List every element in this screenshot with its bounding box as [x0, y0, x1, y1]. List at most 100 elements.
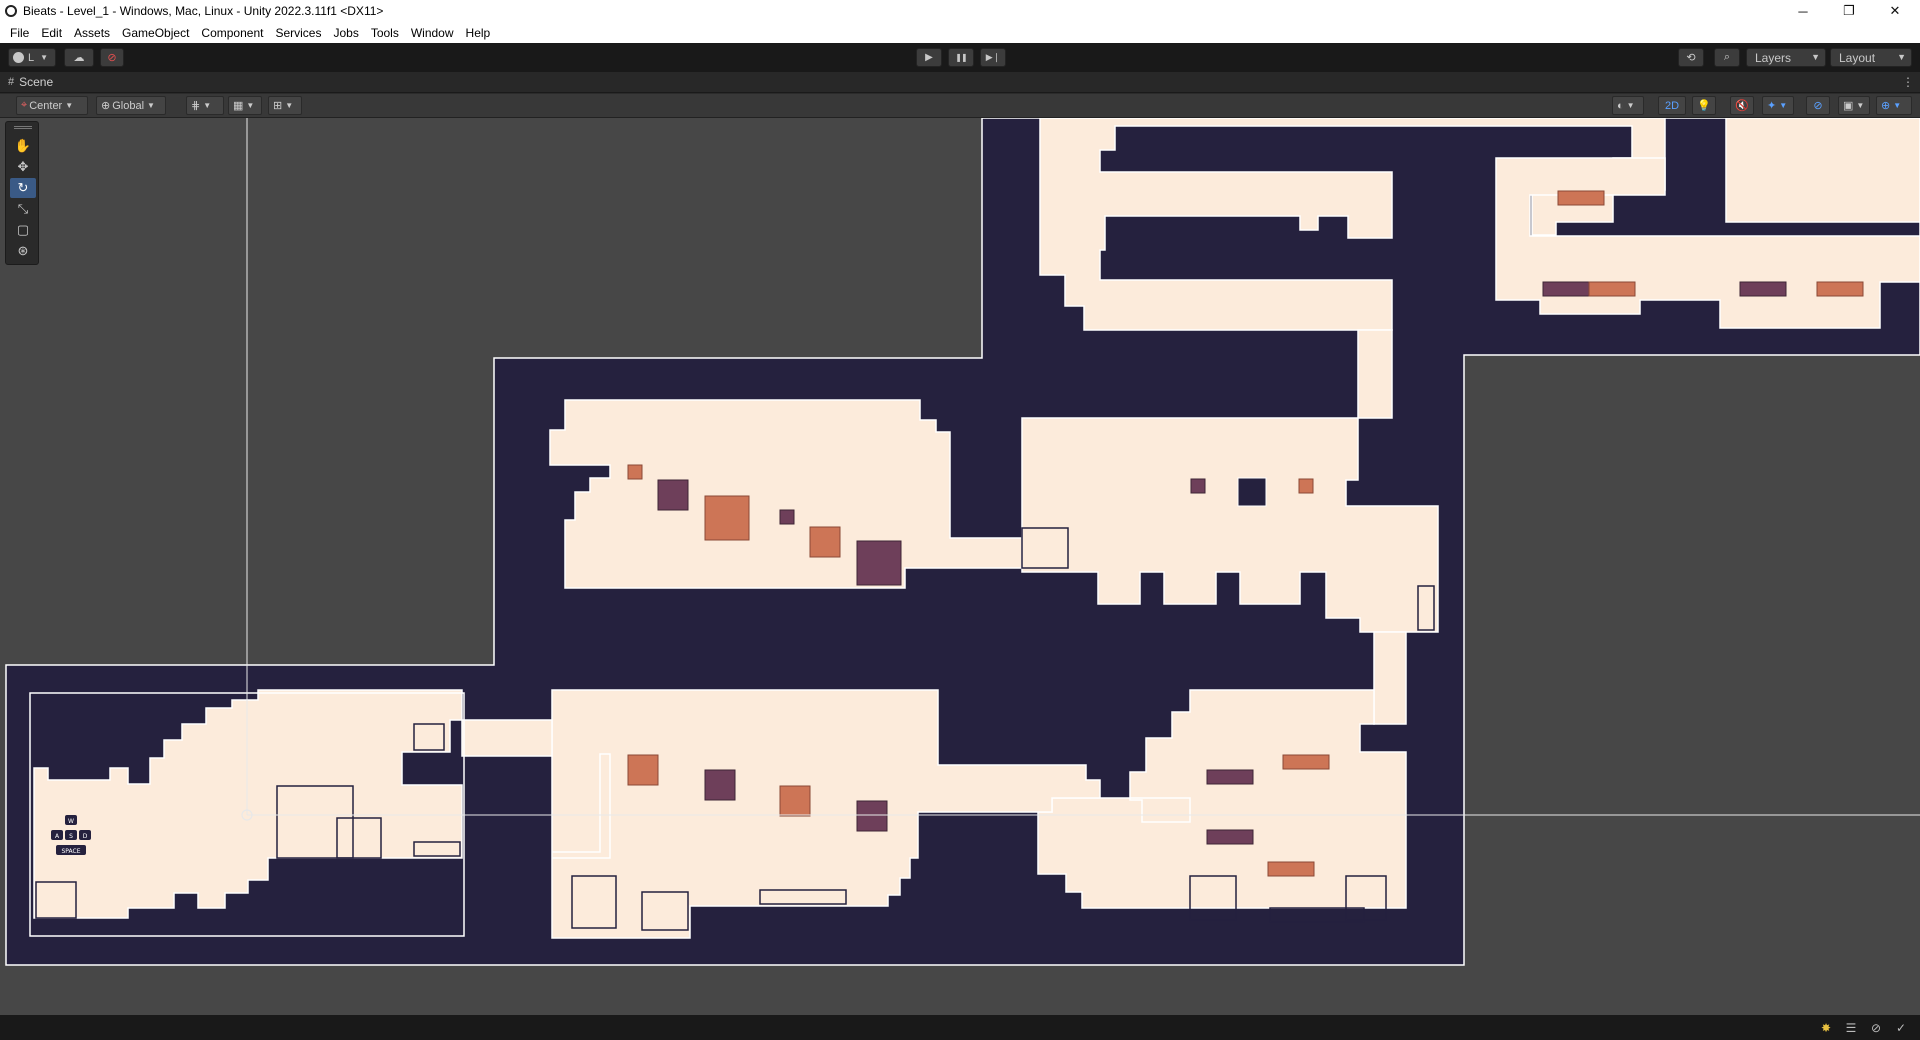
crate [704, 769, 736, 801]
layers-label: Layers [1755, 50, 1792, 65]
chevron-down-icon: ▼ [1811, 52, 1820, 62]
progress-check-icon[interactable]: ✓ [1893, 1020, 1909, 1036]
crate [809, 526, 841, 558]
camera-icon: ▣ [1843, 100, 1854, 112]
crate [1588, 281, 1636, 297]
increment-snap-dropdown[interactable]: ⊞ ▼ [268, 96, 302, 115]
chevron-down-icon: ▼ [246, 101, 255, 110]
account-icon [13, 52, 24, 63]
step-button[interactable]: ▶❘ [980, 48, 1006, 67]
pivot-icon: ⌖ [21, 99, 28, 111]
search-icon: ⌕ [1723, 51, 1731, 63]
hand-tool[interactable]: ✋ [10, 136, 36, 156]
mode-2d-toggle[interactable]: 2D [1658, 96, 1686, 115]
search-button[interactable]: ⌕ [1714, 48, 1740, 67]
crate [1206, 829, 1254, 845]
crate [779, 509, 795, 525]
menu-gameobject[interactable]: GameObject [116, 26, 195, 40]
gizmos-icon: ⊕ [1881, 100, 1891, 112]
key-d-sign: D [83, 833, 88, 840]
layout-label: Layout [1839, 50, 1876, 65]
key-w-sign: W [68, 818, 74, 825]
scale-tool[interactable]: ⤡ [10, 199, 36, 219]
gizmos-dropdown[interactable]: ⊕ ▼ [1876, 96, 1912, 115]
level-floor-connector [1357, 329, 1393, 419]
draw-mode-dropdown[interactable]: ◐ ▼ [1612, 96, 1644, 115]
hidden-objects-toggle[interactable]: ⊘ [1806, 96, 1830, 115]
menu-edit[interactable]: Edit [35, 26, 68, 40]
scale-icon: ⤡ [17, 201, 29, 216]
transform-tool[interactable]: ⊛ [10, 241, 36, 261]
menu-window[interactable]: Window [405, 26, 460, 40]
light-bulb-icon: 💡 [1697, 100, 1711, 112]
chevron-down-icon: ▼ [65, 101, 74, 110]
crate [1816, 281, 1864, 297]
rect-icon: ▢ [16, 222, 30, 237]
menu-file[interactable]: File [4, 26, 35, 40]
space-label: Global [112, 99, 145, 112]
status-bar: ✸ ☰ ⊘ ✓ [0, 1015, 1920, 1040]
palette-grip-icon[interactable] [14, 126, 32, 129]
collab-button[interactable]: ⊘ [100, 48, 124, 67]
menu-services[interactable]: Services [269, 26, 327, 40]
chevron-down-icon: ▼ [1897, 52, 1906, 62]
window-title: Bieats - Level_1 - Windows, Mac, Linux -… [23, 4, 384, 18]
close-button[interactable]: ✕ [1872, 0, 1918, 22]
grid-visibility-dropdown[interactable]: ▦ ▼ [228, 96, 262, 115]
key-s-sign: S [69, 833, 73, 840]
move-tool[interactable]: ✥ [10, 157, 36, 177]
tab-scene[interactable]: # Scene [0, 72, 61, 93]
menu-help[interactable]: Help [460, 26, 497, 40]
cache-server-icon[interactable]: ☰ [1843, 1020, 1859, 1036]
rotate-tool[interactable]: ↻ [10, 178, 36, 198]
scene-viewport[interactable]: W A S D SPACE [0, 118, 1920, 1015]
crate [1282, 754, 1330, 770]
pause-icon: ❚❚ [955, 53, 967, 62]
grid-snapping-dropdown[interactable]: ⋕ ▼ [186, 96, 224, 115]
menu-assets[interactable]: Assets [68, 26, 116, 40]
title-bar: Bieats - Level_1 - Windows, Mac, Linux -… [0, 0, 1920, 22]
lighting-status-icon[interactable]: ✸ [1818, 1020, 1834, 1036]
account-label: L [28, 51, 35, 64]
account-dropdown[interactable]: L ▼ [8, 48, 56, 67]
level-floor-top-right-room [1725, 118, 1920, 223]
scene-grid-icon: # [8, 76, 15, 88]
tool-palette: ✋ ✥ ↻ ⤡ ▢ ⊛ [5, 121, 39, 265]
menu-tools[interactable]: Tools [365, 26, 405, 40]
pivot-mode-dropdown[interactable]: ⌖ Center ▼ [16, 96, 88, 115]
effects-dropdown[interactable]: ✦ ▼ [1762, 96, 1794, 115]
chevron-down-icon: ▼ [147, 101, 155, 110]
menu-jobs[interactable]: Jobs [327, 26, 364, 40]
lighting-toggle[interactable]: 💡 [1692, 96, 1716, 115]
menu-component[interactable]: Component [195, 26, 269, 40]
crate [627, 754, 659, 786]
effects-icon: ✦ [1767, 100, 1777, 112]
pause-button[interactable]: ❚❚ [948, 48, 974, 67]
restore-button[interactable]: ❐ [1826, 0, 1872, 22]
history-icon: ⟲ [1686, 52, 1696, 64]
crate [1739, 281, 1787, 297]
move-icon: ✥ [17, 159, 29, 174]
mode-2d-label: 2D [1664, 99, 1680, 112]
pivot-space-dropdown[interactable]: ⊕ Global ▼ [96, 96, 166, 115]
unity-logo-icon [5, 5, 17, 17]
chevron-down-icon: ▼ [1626, 101, 1635, 110]
minimize-button[interactable]: ─ [1780, 0, 1826, 22]
crate [779, 785, 811, 817]
layers-dropdown[interactable]: Layers ▼ [1746, 48, 1826, 67]
more-options-icon[interactable]: ⋮ [1902, 75, 1914, 89]
audio-toggle[interactable]: 🔇 [1730, 96, 1754, 115]
chevron-down-icon: ▼ [1779, 101, 1788, 110]
crate [657, 479, 689, 511]
rect-tool[interactable]: ▢ [10, 220, 36, 240]
layout-dropdown[interactable]: Layout ▼ [1830, 48, 1912, 67]
undo-history-button[interactable]: ⟲ [1678, 48, 1704, 67]
shading-icon: ◐ [1617, 99, 1624, 112]
globe-icon: ⊕ [101, 100, 111, 112]
menu-bar: File Edit Assets GameObject Component Se… [0, 22, 1920, 43]
cloud-button[interactable]: ☁ [64, 48, 94, 67]
camera-settings-dropdown[interactable]: ▣ ▼ [1838, 96, 1870, 115]
network-status-icon[interactable]: ⊘ [1868, 1020, 1884, 1036]
play-button[interactable]: ▶ [916, 48, 942, 67]
pivot-label: Center [29, 99, 63, 112]
